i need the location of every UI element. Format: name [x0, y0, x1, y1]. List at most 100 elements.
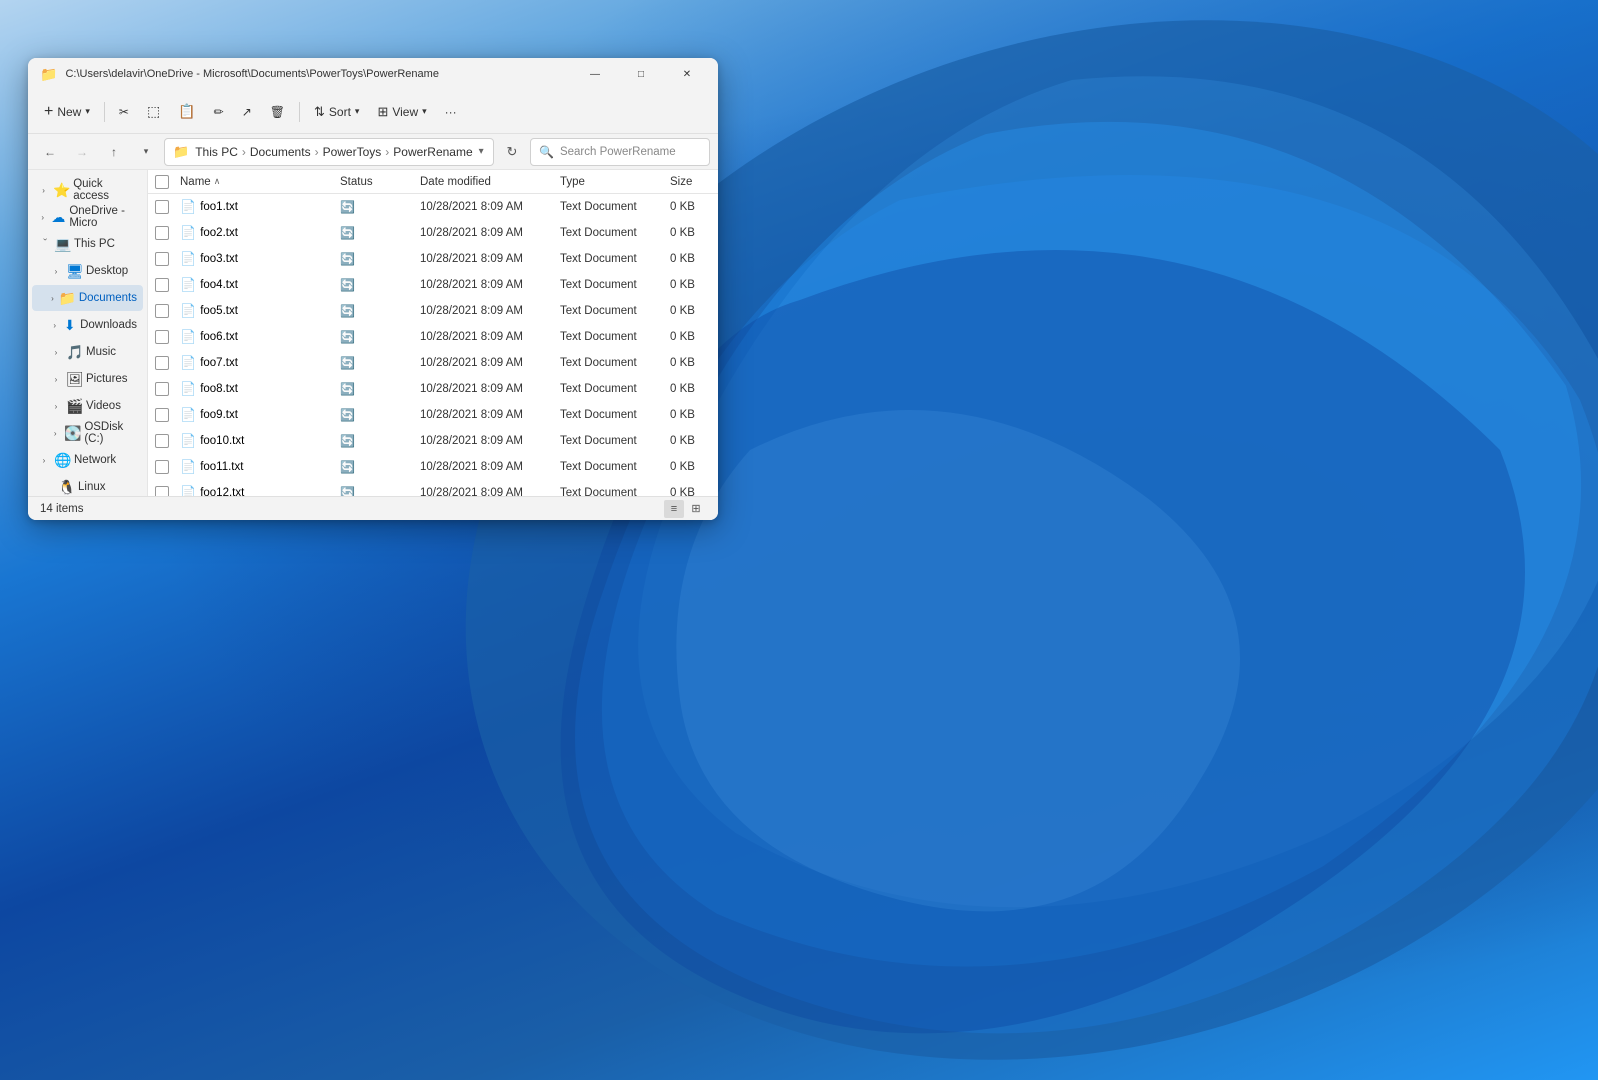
header-name[interactable]: Name ∧: [176, 170, 336, 193]
minimize-button[interactable]: —: [572, 58, 618, 90]
row-checkbox[interactable]: [155, 226, 169, 240]
sidebar-item-onedrive[interactable]: › ☁ OneDrive - Micro: [32, 204, 143, 230]
grid-view-button[interactable]: ⊞: [686, 500, 706, 518]
row-checkbox[interactable]: [155, 486, 169, 496]
breadcrumb-thispc[interactable]: This PC: [195, 145, 238, 159]
sidebar-item-osdisk[interactable]: › 💽 OSDisk (C:): [32, 420, 143, 446]
row-checkbox[interactable]: [155, 356, 169, 370]
file-status: 🔄: [336, 278, 416, 292]
expand-icon: ›: [50, 346, 62, 358]
sort-dropdown-icon: ▾: [355, 106, 360, 117]
file-row[interactable]: 📄 foo3.txt 🔄 10/28/2021 8:09 AM Text Doc…: [148, 246, 718, 272]
sidebar-item-thispc[interactable]: › 💻 This PC: [32, 231, 143, 257]
pictures-icon: 🖼: [66, 371, 82, 388]
sidebar-item-documents[interactable]: › 📁 Documents: [32, 285, 143, 311]
file-size: 0 KB: [666, 305, 718, 317]
sidebar-label: Quick access: [73, 178, 137, 202]
sidebar-item-pictures[interactable]: › 🖼 Pictures: [32, 366, 143, 392]
sort-button[interactable]: ⇅ Sort ▾: [306, 95, 367, 129]
cut-button[interactable]: ✂: [111, 95, 137, 129]
file-row[interactable]: 📄 foo2.txt 🔄 10/28/2021 8:09 AM Text Doc…: [148, 220, 718, 246]
sync-icon: 🔄: [340, 252, 355, 266]
file-name-cell: 📄 foo2.txt: [176, 225, 336, 241]
file-row[interactable]: 📄 foo7.txt 🔄 10/28/2021 8:09 AM Text Doc…: [148, 350, 718, 376]
sidebar-item-linux[interactable]: › 🐧 Linux: [32, 474, 143, 496]
maximize-button[interactable]: □: [618, 58, 664, 90]
view-button[interactable]: ⊞ View ▾: [369, 95, 434, 129]
file-date: 10/28/2021 8:09 AM: [416, 409, 556, 421]
paste-button[interactable]: 📋: [170, 95, 203, 129]
copy-button[interactable]: ⬚: [139, 95, 168, 129]
file-rows-container: 📄 foo1.txt 🔄 10/28/2021 8:09 AM Text Doc…: [148, 194, 718, 496]
sidebar-item-quickaccess[interactable]: › ⭐ Quick access: [32, 177, 143, 203]
row-checkbox[interactable]: [155, 200, 169, 214]
file-icon: 📄: [180, 303, 196, 319]
search-box[interactable]: 🔍 Search PowerRename: [530, 138, 710, 166]
header-type[interactable]: Type: [556, 170, 666, 193]
back-button[interactable]: ←: [36, 138, 64, 166]
file-row[interactable]: 📄 foo8.txt 🔄 10/28/2021 8:09 AM Text Doc…: [148, 376, 718, 402]
rename-button[interactable]: ✏: [206, 95, 232, 129]
file-row[interactable]: 📄 foo6.txt 🔄 10/28/2021 8:09 AM Text Doc…: [148, 324, 718, 350]
file-name-cell: 📄 foo4.txt: [176, 277, 336, 293]
file-name: foo8.txt: [200, 383, 238, 395]
sidebar-item-videos[interactable]: › 🎬 Videos: [32, 393, 143, 419]
share-icon: ↗: [242, 105, 252, 119]
header-status[interactable]: Status: [336, 170, 416, 193]
new-button[interactable]: + New ▾: [36, 95, 98, 129]
sidebar-item-desktop[interactable]: › 🖥 Desktop: [32, 258, 143, 284]
file-row[interactable]: 📄 foo9.txt 🔄 10/28/2021 8:09 AM Text Doc…: [148, 402, 718, 428]
downloads-icon: ⬇: [63, 317, 76, 334]
delete-button[interactable]: 🗑: [262, 95, 293, 129]
sidebar-label: OSDisk (C:): [84, 421, 137, 445]
breadcrumb-powerrename[interactable]: PowerRename: [393, 145, 472, 159]
file-row[interactable]: 📄 foo1.txt 🔄 10/28/2021 8:09 AM Text Doc…: [148, 194, 718, 220]
file-row[interactable]: 📄 foo5.txt 🔄 10/28/2021 8:09 AM Text Doc…: [148, 298, 718, 324]
share-button[interactable]: ↗: [234, 95, 260, 129]
row-checkbox[interactable]: [155, 408, 169, 422]
sync-icon: 🔄: [340, 304, 355, 318]
header-size[interactable]: Size: [666, 170, 718, 193]
header-date[interactable]: Date modified: [416, 170, 556, 193]
more-button[interactable]: ···: [437, 95, 465, 129]
toolbar-sep-1: [104, 102, 105, 122]
up-button[interactable]: ↑: [100, 138, 128, 166]
row-checkbox[interactable]: [155, 252, 169, 266]
address-bar: ← → ↑ ▾ 📁 This PC › Documents › PowerToy…: [28, 134, 718, 170]
refresh-button[interactable]: ↻: [498, 138, 526, 166]
file-date: 10/28/2021 8:09 AM: [416, 435, 556, 447]
file-size: 0 KB: [666, 487, 718, 496]
file-type: Text Document: [556, 461, 666, 473]
row-checkbox[interactable]: [155, 330, 169, 344]
row-checkbox[interactable]: [155, 434, 169, 448]
row-checkbox[interactable]: [155, 278, 169, 292]
close-button[interactable]: ✕: [664, 58, 710, 90]
sidebar-item-music[interactable]: › 🎵 Music: [32, 339, 143, 365]
row-checkbox[interactable]: [155, 382, 169, 396]
expand-icon: ›: [38, 238, 50, 250]
row-checkbox[interactable]: [155, 460, 169, 474]
row-checkbox[interactable]: [155, 304, 169, 318]
row-checkbox-col: [148, 200, 176, 214]
file-name: foo3.txt: [200, 253, 238, 265]
sidebar: › ⭐ Quick access › ☁ OneDrive - Micro › …: [28, 170, 148, 496]
sidebar-item-downloads[interactable]: › ⬇ Downloads: [32, 312, 143, 338]
file-row[interactable]: 📄 foo10.txt 🔄 10/28/2021 8:09 AM Text Do…: [148, 428, 718, 454]
file-row[interactable]: 📄 foo12.txt 🔄 10/28/2021 8:09 AM Text Do…: [148, 480, 718, 496]
list-view-button[interactable]: ≡: [664, 500, 684, 518]
sync-icon: 🔄: [340, 486, 355, 496]
recent-button[interactable]: ▾: [132, 138, 160, 166]
sidebar-label: Videos: [86, 400, 121, 412]
breadcrumb[interactable]: 📁 This PC › Documents › PowerToys › Powe…: [164, 138, 494, 166]
file-row[interactable]: 📄 foo4.txt 🔄 10/28/2021 8:09 AM Text Doc…: [148, 272, 718, 298]
breadcrumb-documents[interactable]: Documents: [250, 145, 311, 159]
select-all-checkbox[interactable]: [155, 175, 169, 189]
breadcrumb-powertoys[interactable]: PowerToys: [323, 145, 382, 159]
sync-icon: 🔄: [340, 356, 355, 370]
sidebar-item-network[interactable]: › 🌐 Network: [32, 447, 143, 473]
forward-button[interactable]: →: [68, 138, 96, 166]
sidebar-label: Music: [86, 346, 116, 358]
file-row[interactable]: 📄 foo11.txt 🔄 10/28/2021 8:09 AM Text Do…: [148, 454, 718, 480]
file-status: 🔄: [336, 460, 416, 474]
sort-arrow-icon: ∧: [214, 176, 221, 187]
